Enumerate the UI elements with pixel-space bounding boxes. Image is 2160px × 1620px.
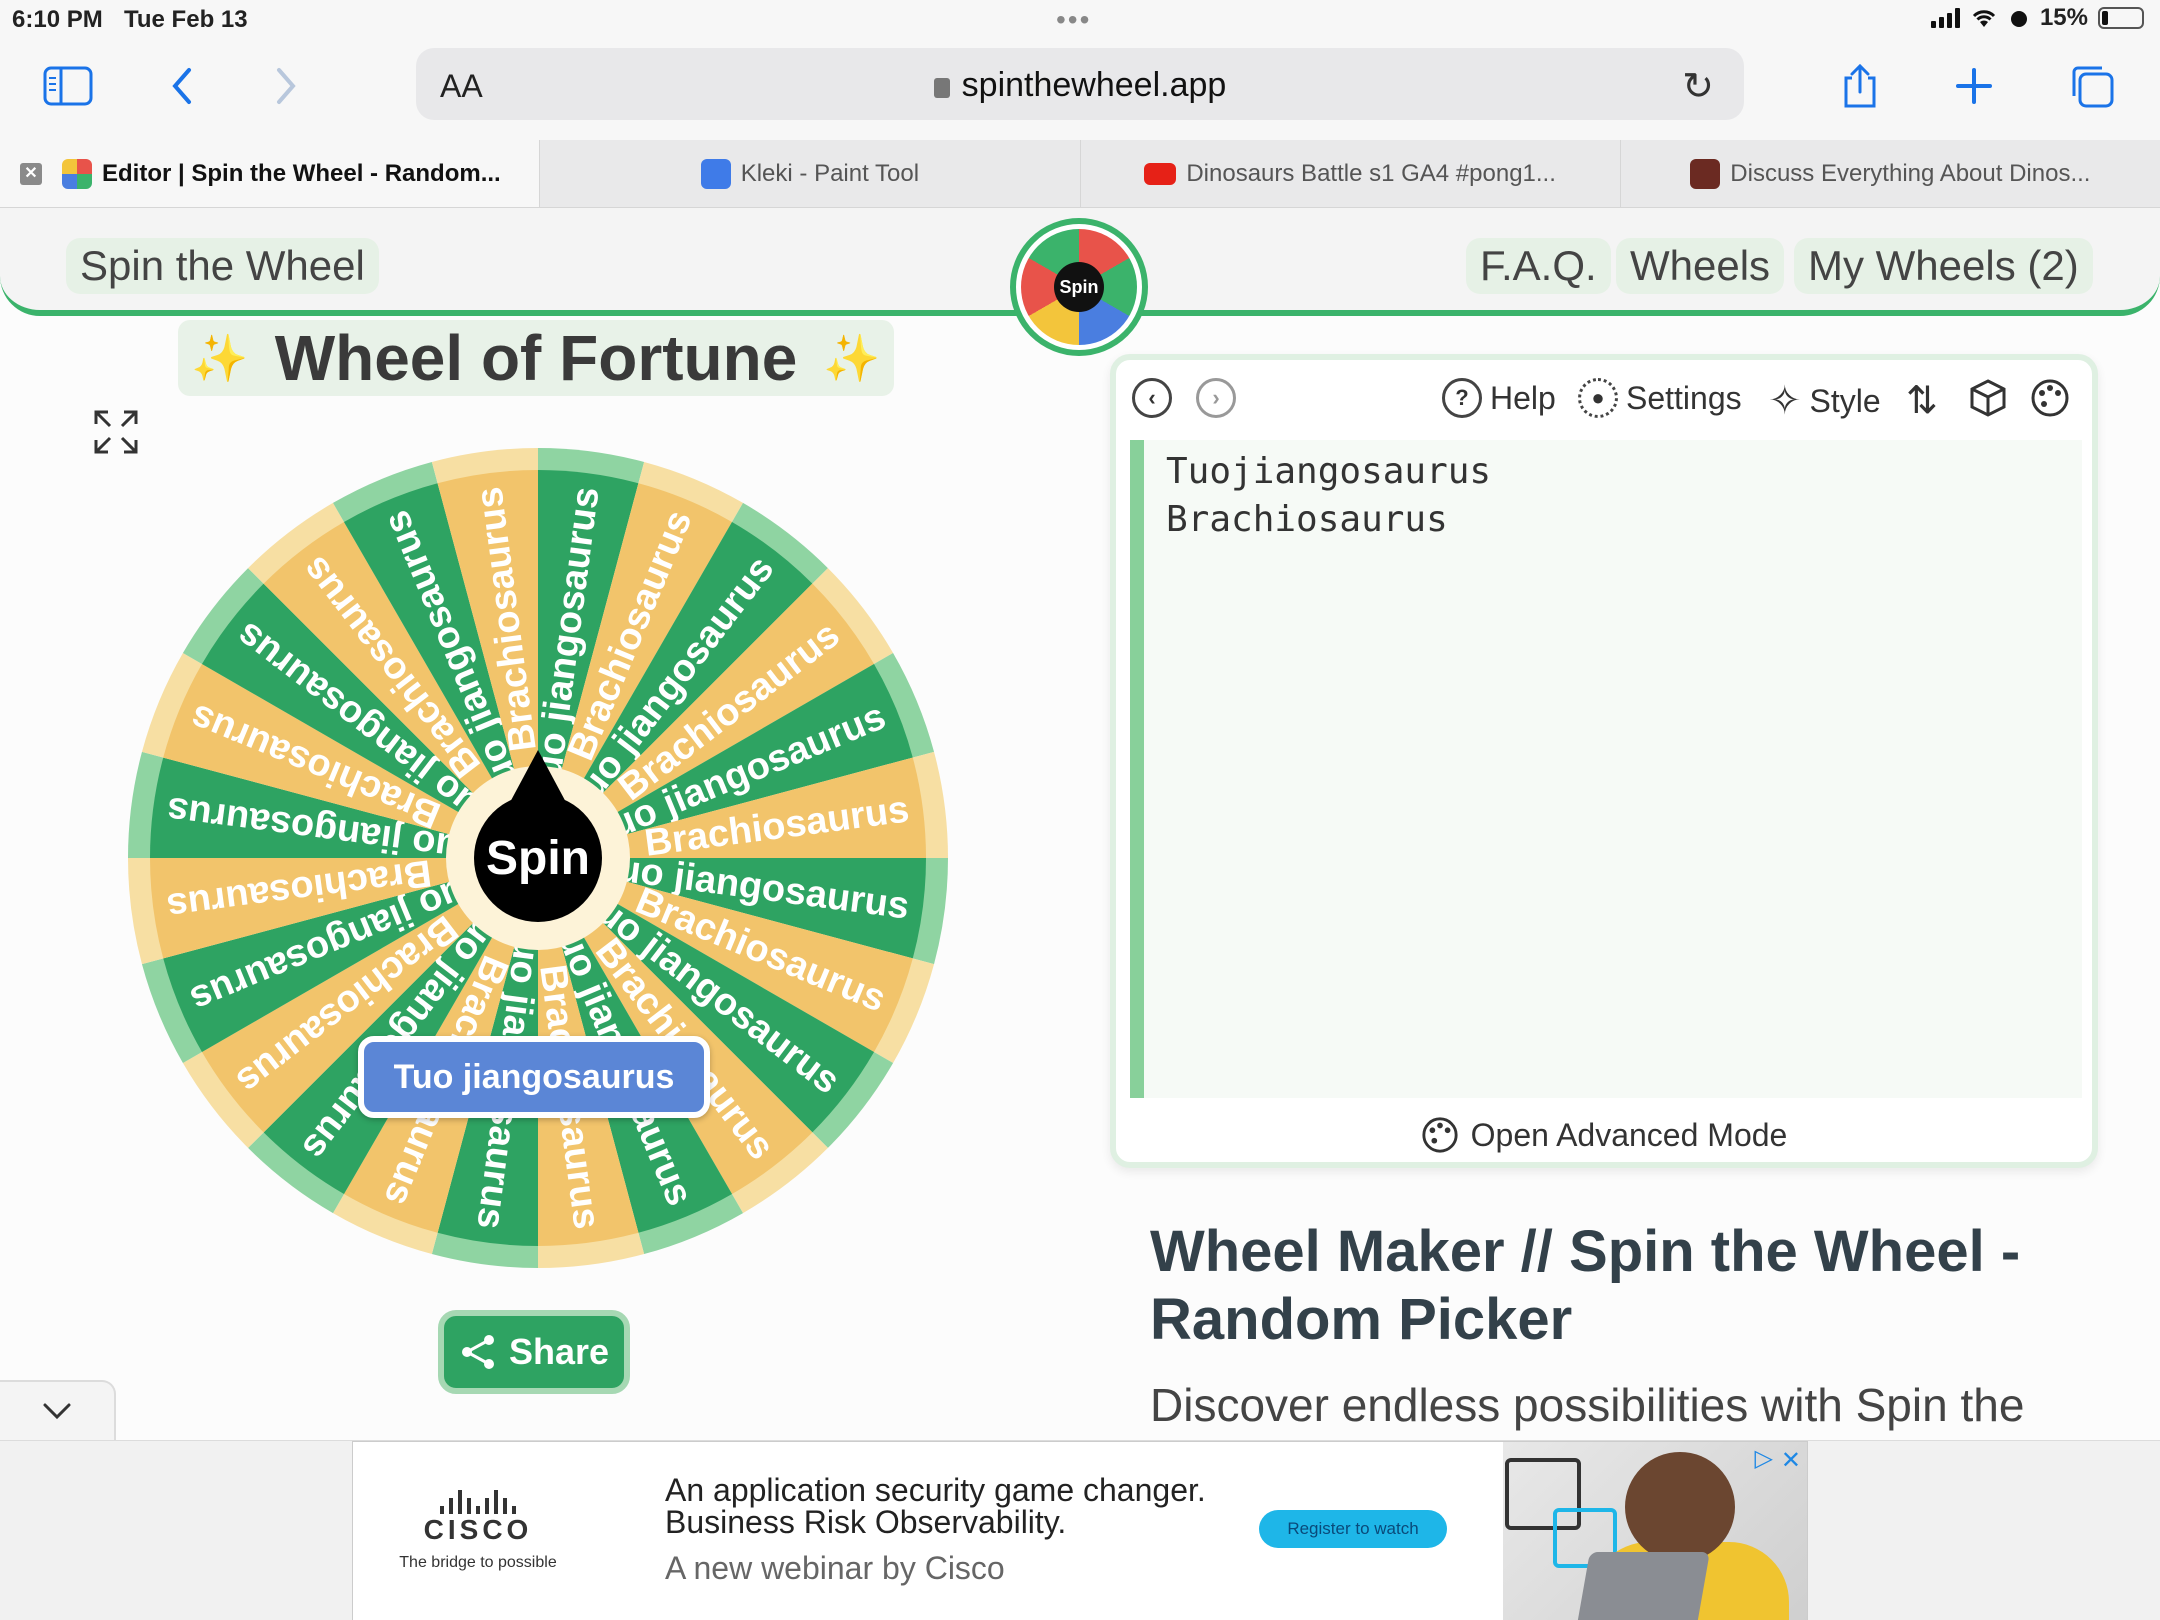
advanced-mode-button[interactable]: Open Advanced Mode <box>1116 1116 2092 1154</box>
wheel-title-box[interactable]: ✨ Wheel of Fortune ✨ <box>178 320 894 396</box>
tab-title: Kleki - Paint Tool <box>740 159 920 187</box>
kleki-favicon-icon <box>700 158 731 189</box>
wifi-icon <box>1972 10 1996 27</box>
spin-wheel[interactable]: Tuo jiangosaurusBrachiosaurusTuo jiangos… <box>118 438 958 1278</box>
reload-icon[interactable]: ↻ <box>1682 64 1714 109</box>
help-label: Help <box>1490 379 1556 416</box>
new-tab-icon[interactable] <box>1946 58 2002 114</box>
ad-laptop <box>1576 1552 1710 1620</box>
wheel-title: Wheel of Fortune <box>274 322 798 394</box>
url-text: spinthewheel.app <box>961 66 1227 104</box>
adchoices-icon[interactable]: ▷ <box>1755 1444 1773 1473</box>
article-title: Wheel Maker // Spin the Wheel - Random P… <box>1150 1219 2021 1352</box>
battery-percent: 15% <box>2039 4 2088 31</box>
share-label: Share <box>508 1331 610 1372</box>
status-time: 6:10 PM <box>12 6 103 33</box>
logo-wheel-icon: Spin <box>1021 229 1137 345</box>
url-display[interactable]: spinthewheel.app <box>416 66 1744 105</box>
ad-cta-button[interactable]: Register to watch <box>1259 1510 1447 1548</box>
share-icon <box>461 1335 494 1369</box>
entry-line: Tuojiangosaurus <box>1166 451 1492 492</box>
nav-wheels[interactable]: Wheels <box>1616 238 1785 294</box>
gear-icon: ● <box>1578 378 1618 418</box>
entries-textarea[interactable]: Tuojiangosaurus Brachiosaurus <box>1130 440 2082 1098</box>
site-logo[interactable]: Spin <box>1010 218 1148 356</box>
cisco-wordmark: CISCO <box>423 1514 533 1545</box>
article-body: Discover endless possibilities with Spin… <box>1150 1379 2025 1431</box>
palette-button[interactable] <box>2030 378 2070 418</box>
style-label: Style <box>1809 382 1881 419</box>
status-bar: 6:10 PM Tue Feb 13 ••• 15% <box>0 0 2160 40</box>
banner-ad[interactable]: CISCO The bridge to possible An applicat… <box>352 1441 1808 1620</box>
share-icon[interactable] <box>1832 58 1888 114</box>
battery-icon <box>2098 7 2144 29</box>
cisco-logo: CISCO The bridge to possible <box>393 1488 563 1572</box>
shuffle-button[interactable] <box>1968 378 2008 418</box>
chevron-left-icon: ‹ <box>1132 378 1172 418</box>
redo-button[interactable]: › <box>1196 378 1236 418</box>
tab-spin-editor[interactable]: ✕ Editor | Spin the Wheel - Random... <box>0 140 540 207</box>
cisco-bars-icon <box>393 1488 563 1514</box>
settings-button[interactable]: ● Settings <box>1578 378 1742 418</box>
youtube-favicon-icon <box>1144 162 1177 185</box>
settings-label: Settings <box>1626 379 1742 416</box>
ad-caption: A new webinar by Cisco <box>665 1550 1005 1586</box>
web-page: Spin the Wheel F.A.Q. Wheels My Wheels (… <box>0 208 2160 1440</box>
result-label: Tuo jiangosaurus <box>358 1036 710 1118</box>
spin-label[interactable]: Spin <box>486 832 590 885</box>
tab-bar: ✕ Editor | Spin the Wheel - Random... Kl… <box>0 140 2160 208</box>
tab-close-icon[interactable]: ✕ <box>20 162 42 185</box>
sparkles-icon: ✧ <box>1768 379 1802 423</box>
lock-icon <box>933 78 950 98</box>
help-icon: ? <box>1442 378 1482 418</box>
palette-icon <box>1422 1117 1458 1153</box>
ad-close-icon[interactable]: ✕ <box>1781 1446 1801 1475</box>
signal-icon <box>1930 8 1960 28</box>
undo-button[interactable]: ‹ <box>1132 378 1172 418</box>
forward-icon[interactable] <box>258 58 314 114</box>
status-date: Tue Feb 13 <box>124 6 248 33</box>
entry-line: Brachiosaurus <box>1166 499 1448 540</box>
sort-icon: ⇅ <box>1906 380 1938 422</box>
nav-faq[interactable]: F.A.Q. <box>1466 238 1611 294</box>
advanced-label: Open Advanced Mode <box>1470 1116 1788 1153</box>
help-button[interactable]: ? Help <box>1442 378 1556 418</box>
spin-favicon-icon <box>62 158 92 189</box>
tab-title: Discuss Everything About Dinos... <box>1730 159 2091 187</box>
tab-youtube[interactable]: Dinosaurs Battle s1 GA4 #pong1... <box>1079 140 1620 207</box>
brand-link[interactable]: Spin the Wheel <box>66 238 379 294</box>
palette-icon <box>2031 379 2069 417</box>
sparkle-icon: ✨ <box>823 331 881 384</box>
chevron-down-icon <box>43 1403 71 1420</box>
share-button[interactable]: Share <box>438 1310 630 1394</box>
ad-subheadline: Business Risk Observability. <box>665 1504 1067 1540</box>
browser-toolbar: AA spinthewheel.app ↻ <box>0 40 2160 140</box>
forum-favicon-icon <box>1690 158 1721 189</box>
editor-toolbar: ‹ › ? Help ● Settings ✧ Style ⇅ <box>1116 360 2092 440</box>
entries-editor: ‹ › ? Help ● Settings ✧ Style ⇅ Tuojiangosa… <box>1110 354 2098 1168</box>
tab-dinos-forum[interactable]: Discuss Everything About Dinos... <box>1619 140 2160 207</box>
chevron-right-icon: › <box>1196 378 1236 418</box>
dice-icon <box>1970 379 2006 417</box>
ad-area: CISCO The bridge to possible An applicat… <box>0 1440 2160 1620</box>
tabs-icon[interactable] <box>2064 58 2120 114</box>
tab-title: Editor | Spin the Wheel - Random... <box>102 159 501 187</box>
ad-person-head <box>1625 1452 1735 1562</box>
sort-button[interactable]: ⇅ <box>1906 378 1938 423</box>
sparkle-icon: ✨ <box>191 331 249 384</box>
nav-my-wheels[interactable]: My Wheels (2) <box>1794 238 2093 294</box>
tab-title: Dinosaurs Battle s1 GA4 #pong1... <box>1186 159 1556 187</box>
alarm-icon <box>2010 11 2027 27</box>
address-bar[interactable]: AA spinthewheel.app ↻ <box>416 48 1744 120</box>
style-button[interactable]: ✧ Style <box>1768 378 1881 424</box>
logo-label: Spin <box>1054 262 1104 312</box>
back-icon[interactable] <box>154 58 210 114</box>
multitasking-dots[interactable]: ••• <box>1056 4 1091 36</box>
status-indicators: 15% <box>1930 4 2144 32</box>
sidebar-icon[interactable] <box>40 58 96 114</box>
cisco-tagline: The bridge to possible <box>399 1554 557 1571</box>
tab-kleki[interactable]: Kleki - Paint Tool <box>539 140 1080 207</box>
collapse-toggle[interactable] <box>0 1380 116 1440</box>
